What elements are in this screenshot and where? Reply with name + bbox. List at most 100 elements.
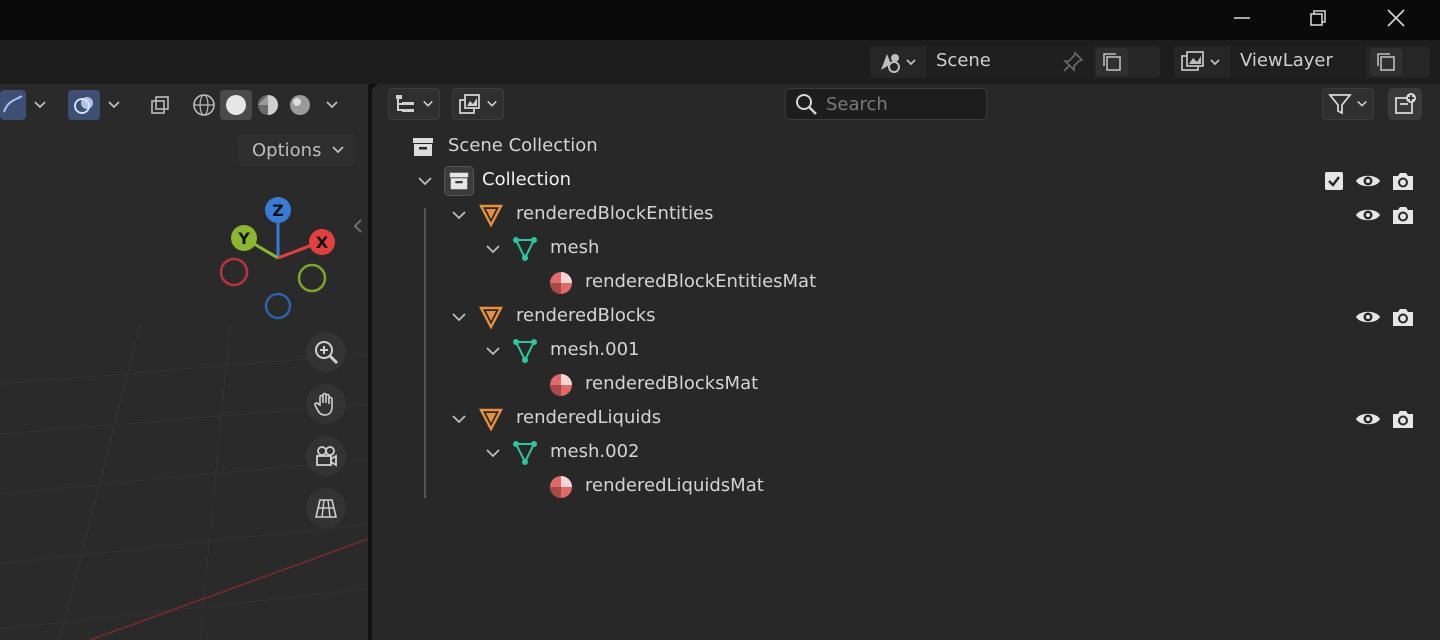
expand-toggle[interactable] <box>482 442 504 464</box>
chevron-down-icon <box>452 415 466 424</box>
close-button[interactable] <box>1376 4 1416 32</box>
tree-item-material[interactable]: renderedLiquidsMat <box>372 470 1440 504</box>
shading-dropdown[interactable] <box>320 90 344 120</box>
tree-item-mesh-data[interactable]: mesh.001 <box>372 334 1440 368</box>
camera-view-button[interactable] <box>306 436 346 476</box>
eye-icon <box>1356 413 1380 425</box>
search-input[interactable]: Search <box>785 88 987 120</box>
expand-toggle[interactable] <box>482 238 504 260</box>
new-viewlayer-button[interactable] <box>1370 48 1402 76</box>
visibility-toggle[interactable] <box>1354 303 1382 331</box>
copy-icon <box>1377 53 1395 71</box>
tree-item-collection[interactable]: Collection <box>372 164 1440 198</box>
pan-button[interactable] <box>306 384 346 424</box>
solid-shading-button[interactable] <box>220 90 252 120</box>
minimize-button[interactable] <box>1222 4 1262 32</box>
tree-item-object[interactable]: renderedLiquids <box>372 402 1440 436</box>
pin-scene-button[interactable] <box>1060 50 1086 74</box>
outliner-icon <box>396 95 414 112</box>
xray-icon <box>151 96 169 114</box>
expand-toggle[interactable] <box>482 340 504 362</box>
new-scene-button[interactable] <box>1096 48 1128 76</box>
overlays-button[interactable] <box>68 90 100 120</box>
grid-icon <box>314 499 338 518</box>
gizmo-y-axis[interactable]: Y <box>231 225 257 251</box>
render-toggle[interactable] <box>1389 405 1417 433</box>
render-toggle[interactable] <box>1389 201 1417 229</box>
visibility-toggle[interactable] <box>1354 167 1382 195</box>
display-mode-dropdown[interactable] <box>388 88 440 120</box>
collection-icon <box>444 166 474 196</box>
chevron-down-icon <box>452 313 466 322</box>
transform-pivot-button[interactable] <box>0 90 26 120</box>
chevron-down-icon <box>487 100 497 107</box>
overlays-dropdown[interactable] <box>104 90 124 120</box>
wireframe-shading-button[interactable] <box>188 90 220 120</box>
camera-icon <box>1393 173 1413 190</box>
zoom-button[interactable] <box>306 332 346 372</box>
tree-item-object[interactable]: renderedBlockEntities <box>372 198 1440 232</box>
scene-selector[interactable]: Scene <box>870 46 1160 78</box>
navigation-gizmo[interactable]: Z Y X <box>210 192 350 322</box>
scene-type-dropdown[interactable] <box>876 49 922 75</box>
chevron-down-icon <box>34 101 46 109</box>
material-icon <box>548 270 574 296</box>
outliner-panel: Search Scene Collection Collection rende… <box>372 84 1440 640</box>
pivot-dropdown[interactable] <box>30 90 50 120</box>
sidebar-toggle[interactable] <box>350 212 366 240</box>
tree-item-material[interactable]: renderedBlockEntitiesMat <box>372 266 1440 300</box>
new-collection-button[interactable] <box>1388 88 1422 120</box>
options-dropdown[interactable]: Options <box>238 134 356 166</box>
viewlayer-name-field[interactable]: ViewLayer <box>1230 46 1366 78</box>
tree-item-label: Scene Collection <box>448 135 598 156</box>
3d-viewport[interactable]: Options Z Y X <box>0 84 368 640</box>
checkbox-checked-icon <box>1325 172 1343 190</box>
material-preview-icon <box>258 95 278 115</box>
eye-icon <box>1356 209 1380 221</box>
tree-item-label: mesh <box>550 237 600 258</box>
eye-icon <box>1356 311 1380 323</box>
gizmo-neg-z-axis[interactable] <box>264 292 292 320</box>
rendered-shading-button[interactable] <box>284 90 316 120</box>
gizmo-x-label: X <box>316 233 329 252</box>
visibility-toggle[interactable] <box>1354 405 1382 433</box>
filter-view-dropdown[interactable] <box>452 88 504 120</box>
tree-item-object[interactable]: renderedBlocks <box>372 300 1440 334</box>
top-header: Scene ViewLayer <box>0 40 1440 84</box>
expand-toggle[interactable] <box>448 306 470 328</box>
filter-dropdown[interactable] <box>1322 88 1374 120</box>
chevron-down-icon <box>452 211 466 220</box>
tree-item-mesh-data[interactable]: mesh.002 <box>372 436 1440 470</box>
material-shading-button[interactable] <box>252 90 284 120</box>
mesh-object-icon <box>478 202 504 228</box>
gizmo-neg-x-axis[interactable] <box>219 257 249 287</box>
viewlayer-selector[interactable]: ViewLayer <box>1174 46 1430 78</box>
visibility-toggle[interactable] <box>1354 201 1382 229</box>
window-titlebar <box>0 0 1440 40</box>
tree-item-mesh-data[interactable]: mesh <box>372 232 1440 266</box>
expand-toggle[interactable] <box>414 170 436 192</box>
ortho-toggle-button[interactable] <box>306 488 346 528</box>
viewlayer-type-dropdown[interactable] <box>1178 49 1226 75</box>
mesh-data-icon <box>512 440 538 466</box>
curve-icon <box>3 95 23 113</box>
options-label: Options <box>252 139 322 161</box>
tree-item-scene-collection[interactable]: Scene Collection <box>372 130 1440 164</box>
tree-item-material[interactable]: renderedBlocksMat <box>372 368 1440 402</box>
gizmo-z-axis[interactable]: Z <box>265 197 291 223</box>
expand-toggle[interactable] <box>448 204 470 226</box>
expand-toggle[interactable] <box>448 408 470 430</box>
exclude-checkbox[interactable] <box>1320 167 1348 195</box>
render-toggle[interactable] <box>1389 167 1417 195</box>
copy-icon <box>1103 53 1121 71</box>
gizmo-x-axis[interactable]: X <box>309 229 335 255</box>
overlay-icon <box>74 97 93 114</box>
render-toggle[interactable] <box>1389 303 1417 331</box>
wireframe-icon <box>193 94 215 116</box>
gizmo-neg-y-axis[interactable] <box>297 263 327 293</box>
chevron-down-icon <box>486 245 500 254</box>
restore-button[interactable] <box>1298 4 1338 32</box>
xray-button[interactable] <box>144 90 176 120</box>
camera-icon <box>1393 411 1413 428</box>
gizmo-z-label: Z <box>272 201 284 220</box>
